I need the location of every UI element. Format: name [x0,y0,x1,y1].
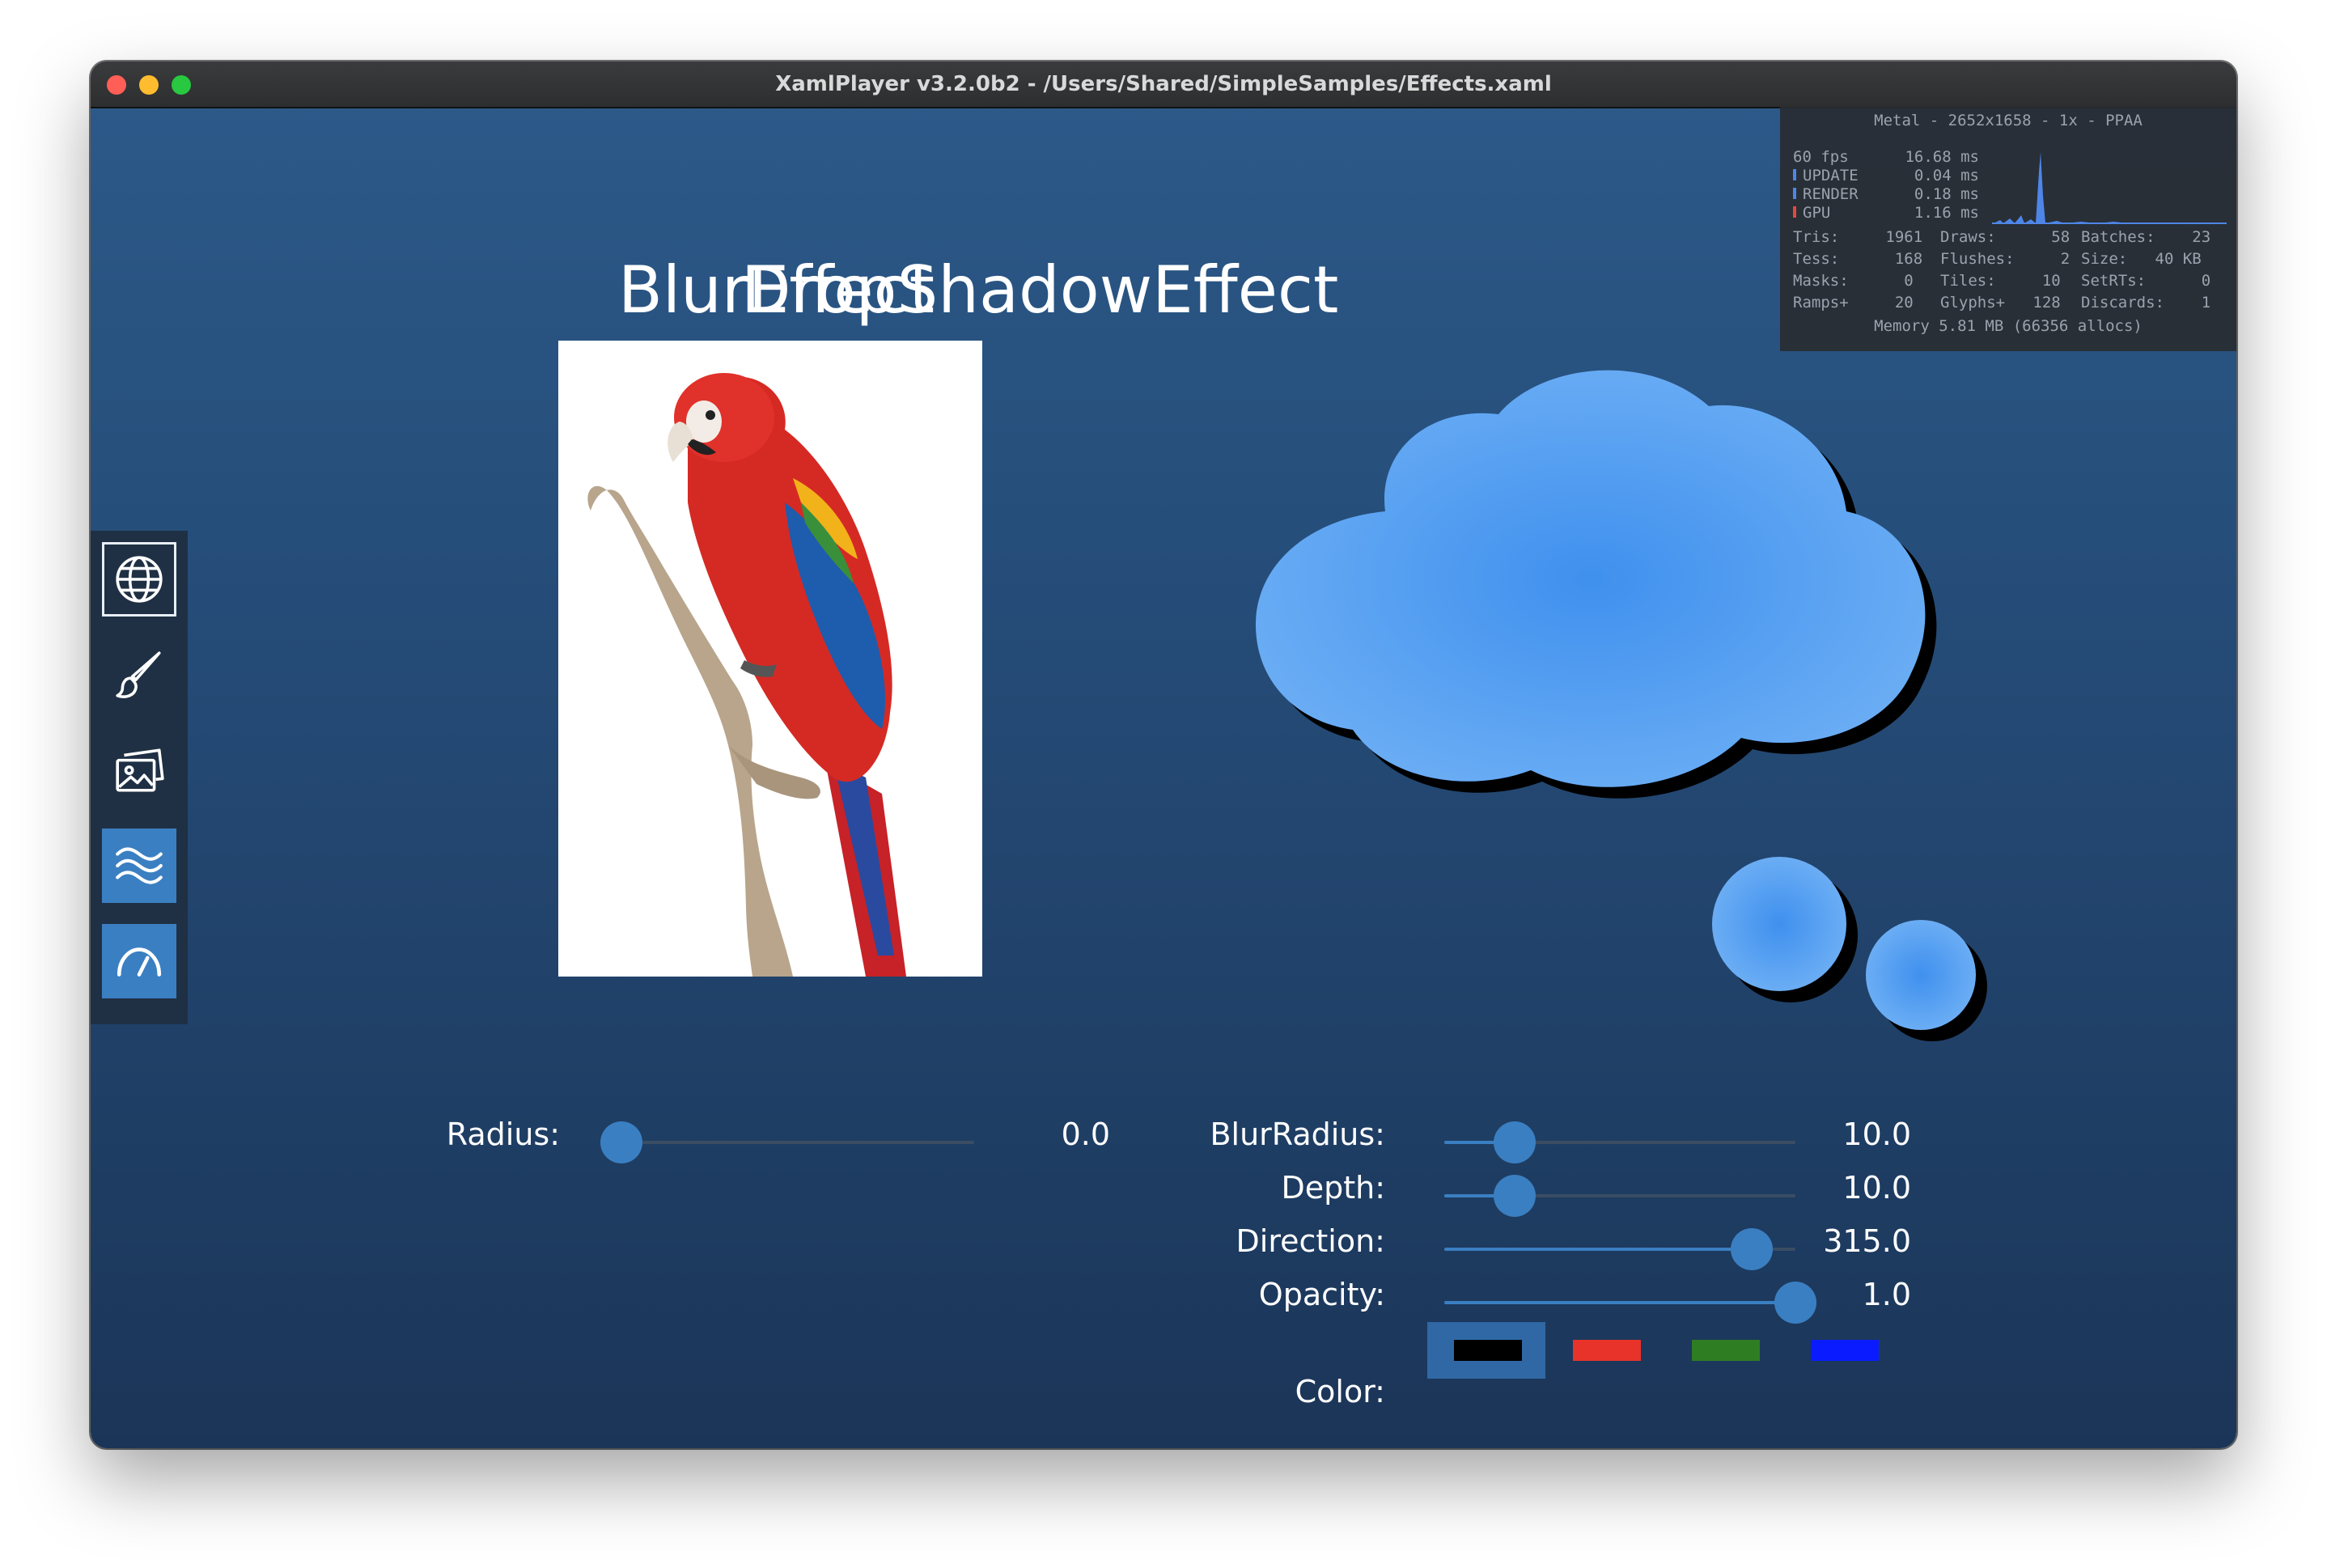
opacity-label: Opacity: [1258,1277,1385,1312]
slider-thumb[interactable] [1730,1228,1773,1270]
stats-flushes: Flushes: 2 [1940,250,2071,268]
stats-ramps: Ramps+ 20 [1793,294,1914,311]
opacity-value: 1.0 [1862,1277,1911,1312]
sidebar-item-gauge[interactable] [102,924,176,998]
slider-fill [1444,1248,1752,1251]
sidebar-item-waves[interactable] [102,828,176,903]
slider-thumb[interactable] [1774,1282,1816,1324]
stats-update-label: UPDATE [1803,167,1859,184]
effects-page: BlurEffect DropShadowEffect Radius: 0.0 … [91,107,2236,1448]
blur-radius-value: 10.0 [1842,1117,1911,1152]
slider-thumb[interactable] [600,1121,642,1163]
slider-track [621,1141,974,1144]
direction-value: 315.0 [1823,1223,1911,1259]
color-option-black[interactable] [1427,1322,1545,1379]
stats-update-ms: 0.04 ms [1914,167,1979,184]
blur-radius-slider[interactable] [1444,1118,1795,1167]
frame-time-graph [1992,152,2227,224]
radius-label: Radius: [446,1117,560,1152]
blur-radius-label: BlurRadius: [1210,1117,1385,1152]
stats-discards: Discards: 1 [2081,294,2211,311]
color-option-red[interactable] [1546,1322,1664,1379]
slider-thumb[interactable] [1493,1121,1536,1163]
sidebar [91,531,188,1024]
title-bar: XamlPlayer v3.2.0b2 - /Users/Shared/Simp… [91,61,2236,108]
stats-tess: Tess: 168 [1793,250,1923,268]
stats-tiles: Tiles: 10 [1940,272,2061,290]
color-option-blue[interactable] [1784,1322,1902,1379]
app-window: XamlPlayer v3.2.0b2 - /Users/Shared/Simp… [91,61,2236,1448]
depth-label: Depth: [1281,1170,1385,1206]
waves-icon [116,847,163,884]
render-marker [1793,188,1796,199]
stats-render-label: RENDER [1803,185,1859,203]
stats-batches: Batches: 23 [2081,228,2211,246]
stats-render-ms: 0.18 ms [1914,185,1979,203]
radius-value: 0.0 [1061,1117,1110,1152]
slider-fill [1444,1301,1795,1304]
stats-fps-ms: 16.68 ms [1905,148,1979,166]
stats-fps: 60 fps [1793,148,1849,166]
swatch-red [1573,1340,1641,1361]
stats-header: Metal - 2652x1658 - 1x - PPAA [1874,112,2143,129]
stats-overlay: Metal - 2652x1658 - 1x - PPAA 60 fps 16.… [1780,107,2236,351]
parrot-image [558,341,982,977]
globe-icon [116,556,163,603]
sidebar-item-globe[interactable] [102,542,176,617]
stats-glyphs: Glyphs+ 128 [1940,294,2061,311]
slider-thumb[interactable] [1493,1175,1536,1217]
window-title: XamlPlayer v3.2.0b2 - /Users/Shared/Simp… [775,72,1552,96]
sidebar-item-brush[interactable] [102,638,176,712]
radius-slider[interactable] [600,1118,974,1167]
update-marker [1793,169,1796,180]
depth-slider[interactable] [1444,1172,1795,1220]
swatch-green [1692,1340,1760,1361]
depth-value: 10.0 [1842,1170,1911,1206]
stats-draws: Draws: 58 [1940,228,2071,246]
swatch-blue [1811,1340,1879,1361]
gauge-icon [117,947,162,977]
color-label: Color: [1295,1374,1385,1409]
stats-tris: Tris: 1961 [1793,228,1923,246]
brush-icon [116,651,161,698]
images-icon [116,748,164,792]
opacity-slider[interactable] [1444,1278,1816,1327]
stats-size: Size: 40 KB [2081,250,2202,268]
sidebar-item-images[interactable] [102,733,176,807]
gpu-marker [1793,206,1796,218]
swatch-black [1454,1340,1522,1361]
stats-gpu-label: GPU [1803,204,1831,222]
stats-gpu-ms: 1.16 ms [1914,204,1979,222]
stats-masks: Masks: 0 [1793,272,1914,290]
stats-memory: Memory 5.81 MB (66356 allocs) [1874,317,2143,335]
color-option-green[interactable] [1665,1322,1783,1379]
direction-slider[interactable] [1444,1225,1795,1273]
direction-label: Direction: [1236,1223,1385,1259]
cloud-shape [1256,370,1987,1041]
stats-setrts: SetRTs: 0 [2081,272,2211,290]
